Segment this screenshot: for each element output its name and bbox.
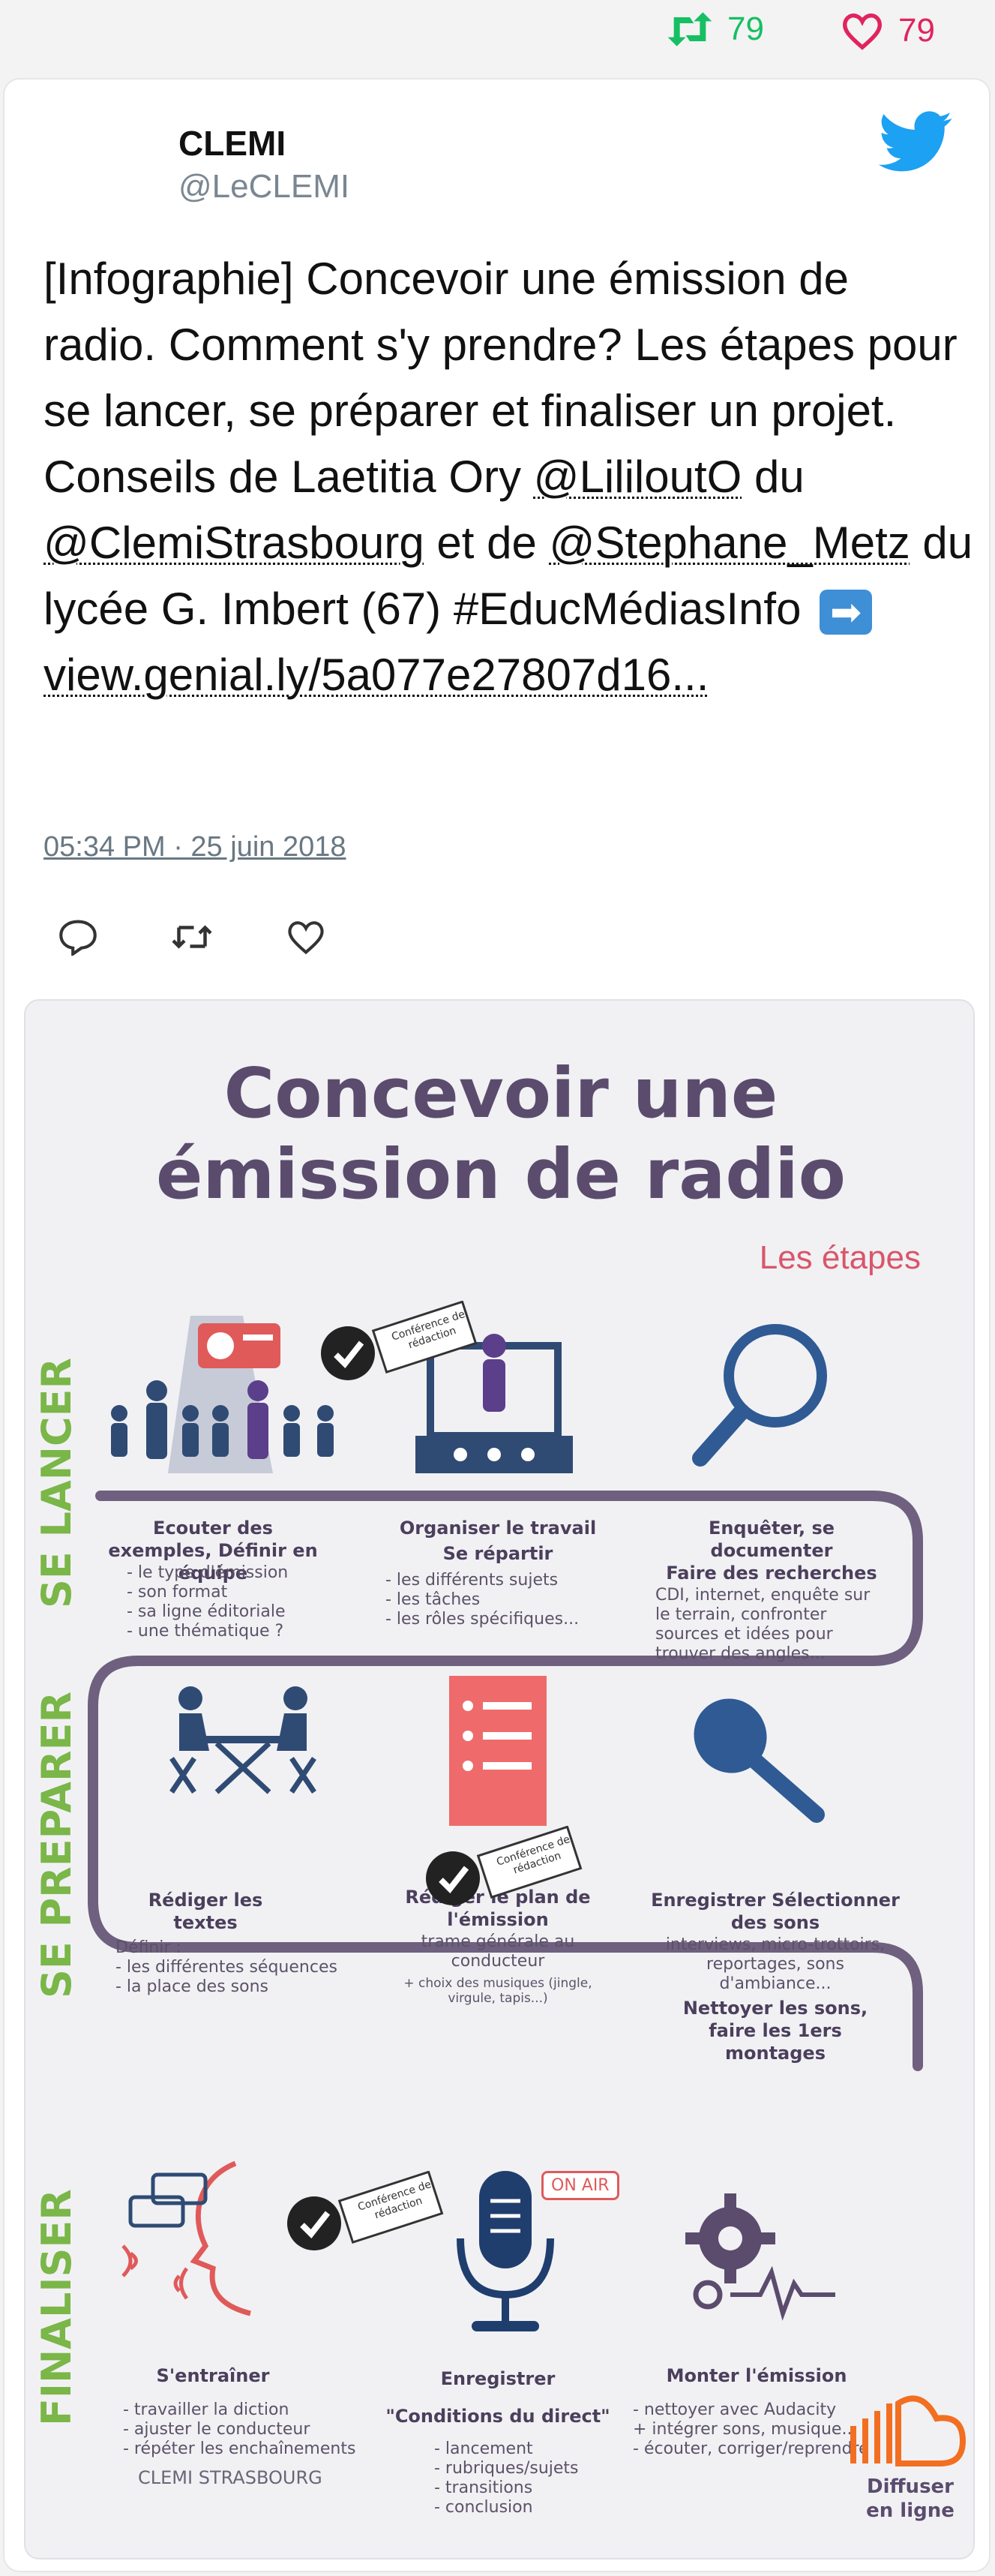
step8-title: Enregistrer [440, 2368, 556, 2389]
mention-link-stephane-metz[interactable]: @Stephane_Metz [550, 518, 910, 568]
conference-badge-3: Conférence de rédaction [284, 2170, 449, 2257]
retweet-action-icon[interactable] [169, 918, 214, 956]
author-handle[interactable]: @LeCLEMI [178, 168, 349, 206]
section-se-preparer: SE PREPARER [33, 1691, 80, 1998]
conference-badge-2: Conférence de rédaction [423, 1825, 588, 1912]
microphone-icon [694, 1698, 825, 1823]
retweet-icon [667, 12, 712, 47]
on-air-sign: ON AIR [541, 2171, 619, 2200]
step1-body: - le type d'émission - son format - sa l… [127, 1563, 289, 1641]
retweet-stat[interactable]: 79 [666, 11, 764, 48]
section-se-lancer: SE LANCER [33, 1357, 80, 1608]
tweet-stats-bar: 79 79 [0, 0, 995, 68]
tweet-text-part: du [742, 452, 805, 502]
tweet-actions [57, 918, 327, 956]
like-stat[interactable]: 79 [840, 11, 935, 51]
step3-body: CDI, internet, enquête sur le terrain, c… [655, 1586, 871, 1663]
like-action-icon[interactable] [285, 918, 327, 956]
section-finaliser: FINALISER [33, 2189, 80, 2426]
infographic-title-line2: émission de radio [156, 1134, 846, 1214]
soundcloud-icon [850, 2395, 967, 2466]
infographic-subtitle: Les étapes [759, 1239, 921, 1276]
mention-link-lililouto[interactable]: @LililoutO [534, 452, 742, 502]
conference-badge-1: Conférence de rédaction [318, 1300, 483, 1387]
step7-body: - travailler la diction - ajuster le con… [123, 2400, 356, 2458]
infographic-title-line1: Concevoir une [223, 1053, 778, 1133]
tweet-timestamp[interactable]: 05:34 PM · 25 juin 2018 [43, 831, 346, 863]
infographic-footer-credit: CLEMI STRASBOURG [138, 2467, 322, 2488]
step7-title: S'entraîner [156, 2365, 270, 2386]
step3-sub: Faire des recherches [666, 1563, 877, 1584]
interview-table-icon [169, 1686, 316, 1794]
magnifier-icon [692, 1324, 827, 1467]
step5-body: trame générale au conducteur [421, 1932, 575, 1971]
author-name[interactable]: CLEMI [178, 123, 286, 164]
twitter-bird-icon[interactable] [879, 111, 954, 173]
step8-body: - lancement - rubriques/sujets - transit… [434, 2439, 579, 2517]
step9-title: Monter l'émission [666, 2365, 847, 2386]
step5-small: + choix des musiques (jingle, virgule, t… [403, 1976, 592, 2006]
document-list-icon [449, 1676, 547, 1826]
tweet-text-part: [Infographie] Concevoir une émission de … [43, 254, 958, 502]
retweet-count: 79 [727, 11, 764, 47]
tweet-card: CLEMI @LeCLEMI [Infographie] Concevoir u… [3, 78, 991, 2572]
step6-body: interviews, micro-trottoirs, reportages,… [665, 1935, 886, 1993]
reply-icon[interactable] [57, 918, 99, 956]
external-link[interactable]: view.genial.ly/5a077e27807d16... [43, 650, 709, 700]
on-air-label: ON AIR [551, 2176, 610, 2195]
step2-body: - les différents sujets - les tâches - l… [385, 1571, 580, 1629]
mention-link-clemistrasbourg[interactable]: @ClemiStrasbourg [43, 518, 424, 568]
step4-title: Rédiger les textes [148, 1890, 263, 1933]
infographic-footer-diffuser: Diffuser en ligne [866, 2475, 955, 2522]
tweet-text-part: et de [424, 518, 550, 568]
radio-family-icon [111, 1316, 334, 1473]
tweet-text: [Infographie] Concevoir une émission de … [43, 246, 973, 708]
step6-title: Enregistrer Sélectionner des sons [651, 1890, 900, 1933]
step6-bold: Nettoyer les sons, faire les 1ers montag… [682, 1998, 868, 2064]
right-arrow-emoji-icon: ➡ [820, 590, 873, 635]
speaking-face-icon [121, 2160, 251, 2316]
like-count: 79 [898, 12, 935, 49]
infographic-image[interactable]: Concevoir une émission de radio Les étap… [24, 999, 975, 2559]
step3-title: Enquêter, se documenter [708, 1518, 835, 1561]
step8-sub: "Conditions du direct" [385, 2406, 610, 2427]
heart-icon [843, 14, 882, 50]
step4-body: Définir : - les différentes séquences - … [115, 1938, 337, 1996]
gear-pulse-icon [685, 2193, 835, 2321]
step2-sub: Se répartir [442, 1543, 553, 1564]
step2-title: Organiser le travail [399, 1518, 597, 1539]
